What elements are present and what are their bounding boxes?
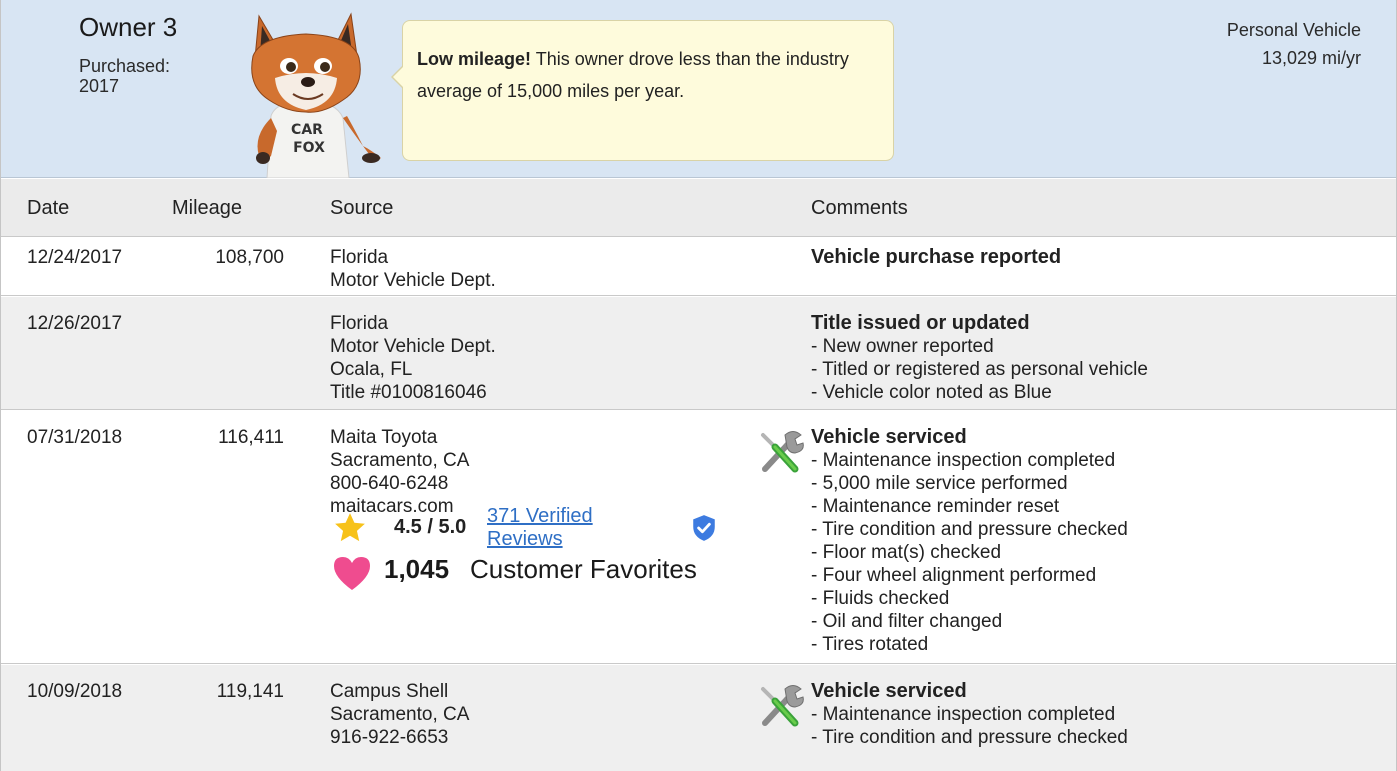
wrench-screwdriver-icon bbox=[761, 685, 804, 727]
source-line: Motor Vehicle Dept. bbox=[330, 270, 496, 291]
carfox-mascot-icon: CAR FOX bbox=[251, 12, 381, 178]
record-date: 10/09/2018 bbox=[27, 681, 123, 702]
purchased-info: Purchased: 2017 bbox=[79, 56, 219, 96]
mascot-shirt-text: CAR bbox=[291, 122, 323, 138]
low-mileage-callout: Low mileage! This owner drove less than … bbox=[391, 20, 894, 161]
record-source: Florida Motor Vehicle Dept. bbox=[330, 246, 750, 292]
dealer-phone: 800-640-6248 bbox=[330, 473, 449, 494]
record-source: Campus Shell Sacramento, CA 916-922-6653 bbox=[330, 680, 750, 749]
owner-title: Owner 3 bbox=[79, 12, 178, 42]
comment-item: - New owner reported bbox=[811, 336, 994, 357]
record-comments: Title issued or updated - New owner repo… bbox=[811, 312, 1391, 404]
source-line: Sacramento, CA bbox=[330, 450, 470, 471]
source-line: Ocala, FL bbox=[330, 359, 413, 380]
column-header-comments: Comments bbox=[811, 197, 908, 219]
column-header-date: Date bbox=[27, 197, 70, 219]
source-line: Florida bbox=[330, 247, 389, 268]
star-icon bbox=[335, 513, 365, 542]
heart-icon bbox=[334, 557, 370, 590]
comment-heading: Vehicle purchase reported bbox=[811, 246, 1062, 268]
record-date: 07/31/2018 bbox=[27, 427, 123, 448]
record-mileage: 108,700 bbox=[215, 247, 284, 268]
usage-type: Personal Vehicle bbox=[1226, 20, 1361, 40]
verified-reviews-link[interactable]: 371 Verified Reviews bbox=[487, 505, 657, 551]
comment-item: - Tire condition and pressure checked bbox=[811, 519, 1128, 540]
comment-item: - Tire condition and pressure checked bbox=[811, 727, 1128, 748]
source-line: Motor Vehicle Dept. bbox=[330, 336, 496, 357]
comment-item: - Maintenance inspection completed bbox=[811, 704, 1116, 725]
source-line: Sacramento, CA bbox=[330, 704, 470, 725]
usage-miles: 13,029 mi/yr bbox=[1261, 48, 1361, 68]
record-date: 12/26/2017 bbox=[27, 313, 123, 334]
record-date: 12/24/2017 bbox=[27, 247, 123, 268]
comment-item: - Tires rotated bbox=[811, 634, 929, 655]
record-comments: Vehicle purchase reported bbox=[811, 246, 1391, 269]
comment-item: - Fluids checked bbox=[811, 588, 950, 609]
purchased-label: Purchased: bbox=[79, 56, 171, 76]
source-line: Campus Shell bbox=[330, 681, 449, 702]
source-line: Florida bbox=[330, 313, 389, 334]
comment-heading: Vehicle serviced bbox=[811, 426, 967, 448]
favorites-count: 1,045 bbox=[384, 554, 450, 584]
rating-score: 4.5 / 5.0 bbox=[394, 516, 467, 538]
owner-header: Owner 3 Purchased: 2017 CAR FOX Low mile… bbox=[1, 0, 1396, 178]
purchased-year: 2017 bbox=[79, 76, 120, 96]
dealer-name: Maita Toyota bbox=[330, 427, 438, 448]
favorites-label: Customer Favorites bbox=[470, 554, 697, 584]
callout-highlight: Low mileage! bbox=[417, 49, 532, 69]
verified-shield-icon bbox=[693, 515, 715, 541]
comment-item: - Maintenance reminder reset bbox=[811, 496, 1060, 517]
customer-favorites: 1,045 Customer Favorites bbox=[332, 555, 752, 595]
record-mileage: 116,411 bbox=[218, 427, 284, 448]
comment-item: - Vehicle color noted as Blue bbox=[811, 382, 1052, 403]
column-header-source: Source bbox=[330, 197, 394, 219]
comment-item: - 5,000 mile service performed bbox=[811, 473, 1068, 494]
source-line: 916-922-6653 bbox=[330, 727, 449, 748]
record-source: Florida Motor Vehicle Dept. Ocala, FL Ti… bbox=[330, 312, 750, 404]
comment-heading: Vehicle serviced bbox=[811, 680, 967, 702]
comment-heading: Title issued or updated bbox=[811, 312, 1030, 334]
record-comments: Vehicle serviced - Maintenance inspectio… bbox=[811, 426, 1391, 656]
dealer-rating: 4.5 / 5.0 371 Verified Reviews bbox=[332, 505, 732, 550]
source-line: Title #0100816046 bbox=[330, 382, 487, 403]
comment-item: - Oil and filter changed bbox=[811, 611, 1003, 632]
comment-item: - Titled or registered as personal vehic… bbox=[811, 359, 1148, 380]
record-mileage: 119,141 bbox=[216, 681, 284, 702]
comment-item: - Floor mat(s) checked bbox=[811, 542, 1002, 563]
table-row: 07/31/2018 116,411 Maita Toyota Sacramen… bbox=[1, 411, 1396, 664]
svg-text:FOX: FOX bbox=[293, 140, 325, 156]
table-header: Date Mileage Source Comments bbox=[1, 179, 1396, 237]
record-comments: Vehicle serviced - Maintenance inspectio… bbox=[811, 680, 1391, 749]
vehicle-history-panel: Owner 3 Purchased: 2017 CAR FOX Low mile… bbox=[0, 0, 1397, 771]
table-row: 12/24/2017 108,700 Florida Motor Vehicle… bbox=[1, 238, 1396, 296]
column-header-mileage: Mileage bbox=[172, 197, 243, 219]
table-row: 12/26/2017 Florida Motor Vehicle Dept. O… bbox=[1, 297, 1396, 410]
table-row: 10/09/2018 119,141 Campus Shell Sacramen… bbox=[1, 665, 1396, 771]
comment-item: - Maintenance inspection completed bbox=[811, 450, 1116, 471]
comment-item: - Four wheel alignment performed bbox=[811, 565, 1097, 586]
usage-summary: Personal Vehicle 13,029 mi/yr bbox=[1227, 16, 1361, 72]
wrench-screwdriver-icon bbox=[761, 431, 804, 473]
